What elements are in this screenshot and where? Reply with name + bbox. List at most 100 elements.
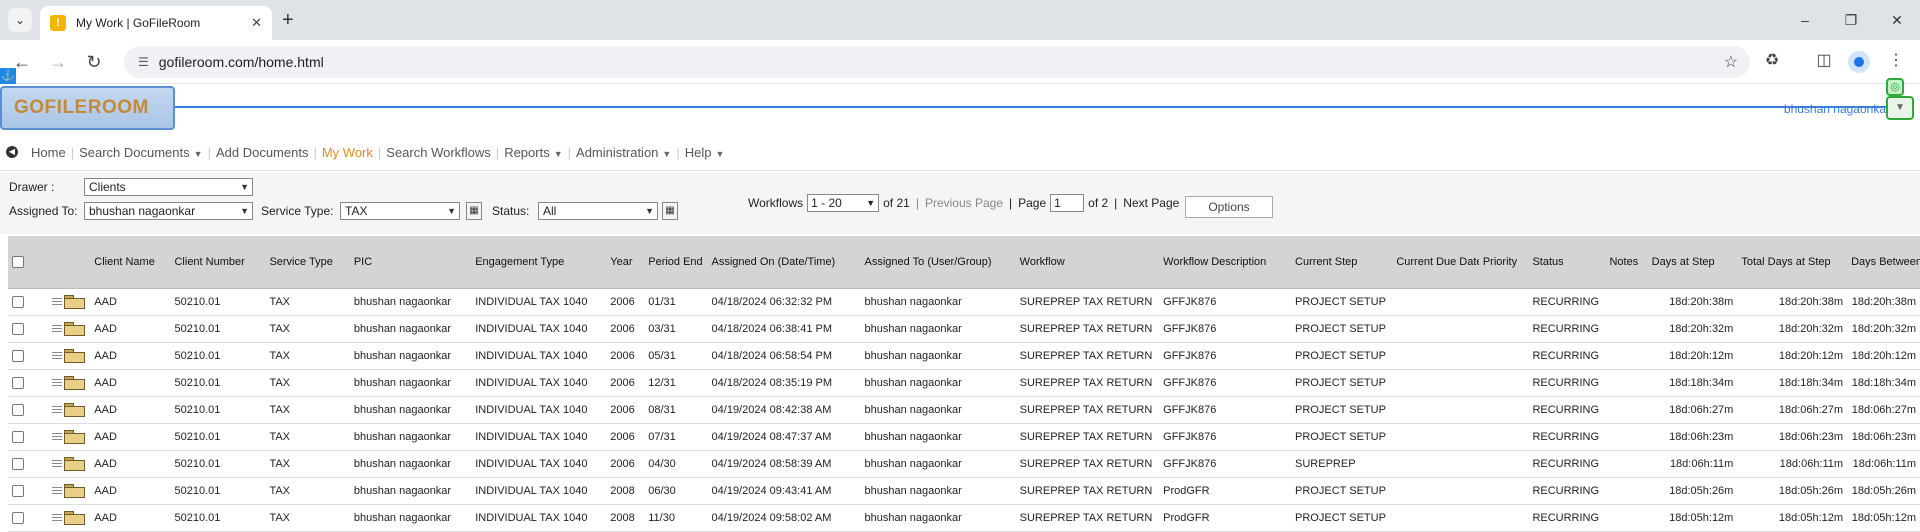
folder-icon[interactable] bbox=[64, 349, 86, 363]
table-row[interactable]: AAD 50210.01 TAX bhushan nagaonkar INDIVIDUA… bbox=[8, 342, 1920, 370]
tab-close-icon[interactable]: ✕ bbox=[251, 15, 262, 31]
table-cell: bhushan nagaonkar bbox=[860, 450, 1016, 478]
column-header[interactable]: Client Number bbox=[170, 236, 266, 289]
table-row[interactable]: AAD 50210.01 TAX bhushan nagaonkar INDIVIDUA… bbox=[8, 396, 1920, 424]
column-header[interactable]: Priority bbox=[1478, 236, 1529, 289]
folder-icon[interactable] bbox=[64, 322, 86, 336]
nav-administration[interactable]: Administration ▼ bbox=[571, 145, 676, 160]
column-header[interactable]: Total Days at Step bbox=[1737, 236, 1848, 289]
browser-menu-icon[interactable]: ⋮ bbox=[1884, 50, 1908, 70]
column-header[interactable]: Client Name bbox=[90, 236, 171, 289]
side-panel-icon[interactable]: ◫ bbox=[1812, 50, 1836, 70]
new-tab-plus-icon[interactable]: + bbox=[282, 8, 294, 32]
row-checkbox[interactable] bbox=[12, 457, 24, 470]
column-header[interactable]: Notes bbox=[1605, 236, 1648, 289]
column-header[interactable]: Days at Step bbox=[1647, 236, 1738, 289]
nav-search-documents[interactable]: Search Documents ▼ bbox=[74, 145, 207, 160]
status-select[interactable]: All ▼ bbox=[538, 202, 658, 220]
table-cell: 18d:20h:12m bbox=[1737, 342, 1848, 370]
table-row[interactable]: AAD 50210.01 TAX bhushan nagaonkar INDIVIDUA… bbox=[8, 423, 1920, 451]
column-header[interactable]: Current Due Date bbox=[1392, 236, 1479, 289]
column-header[interactable]: Status bbox=[1528, 236, 1606, 289]
column-header[interactable]: Workflow bbox=[1015, 236, 1160, 289]
folder-icon[interactable] bbox=[64, 457, 86, 471]
row-checkbox[interactable] bbox=[12, 349, 24, 362]
nav-home[interactable]: Home bbox=[26, 145, 71, 160]
table-cell: GFFJK876 bbox=[1159, 342, 1292, 370]
bookmark-star-icon[interactable]: ☆ bbox=[1724, 52, 1738, 72]
nav-help[interactable]: Help ▼ bbox=[680, 145, 730, 160]
column-header[interactable]: Assigned To (User/Group) bbox=[860, 236, 1016, 289]
folder-icon[interactable] bbox=[64, 484, 86, 498]
nav-my-work[interactable]: My Work bbox=[317, 145, 378, 160]
table-cell: bhushan nagaonkar bbox=[349, 315, 472, 343]
table-row[interactable]: AAD 50210.01 TAX bhushan nagaonkar INDIVIDUA… bbox=[8, 477, 1920, 505]
user-name[interactable]: bhushan nagaonkar bbox=[1784, 102, 1890, 116]
service-type-select[interactable]: TAX ▼ bbox=[340, 202, 460, 220]
gofileroom-logo[interactable]: GOFILEROOM bbox=[0, 86, 175, 130]
folder-icon[interactable] bbox=[64, 376, 86, 390]
address-bar[interactable]: ☰ gofileroom.com/home.html ☆ bbox=[124, 46, 1750, 78]
table-cell: AAD bbox=[90, 288, 171, 316]
options-button[interactable]: Options bbox=[1185, 196, 1273, 218]
column-header[interactable]: Current Step bbox=[1291, 236, 1393, 289]
minimize-icon[interactable]: – bbox=[1782, 0, 1828, 40]
folder-icon[interactable] bbox=[64, 295, 86, 309]
restore-icon[interactable]: ❐ bbox=[1828, 0, 1874, 40]
folder-icon[interactable] bbox=[64, 403, 86, 417]
window-close-icon[interactable]: ✕ bbox=[1874, 0, 1920, 40]
status-picker-icon[interactable]: ▦ bbox=[662, 202, 678, 220]
site-info-icon[interactable]: ☰ bbox=[138, 55, 149, 69]
column-header[interactable]: Period End bbox=[644, 236, 708, 289]
row-lines-icon bbox=[52, 323, 63, 334]
range-select[interactable]: 1 - 20 ▼ bbox=[807, 194, 880, 212]
page-label: Page bbox=[1018, 196, 1047, 210]
column-header[interactable]: Days Between Routing bbox=[1847, 236, 1920, 289]
previous-page-link[interactable]: Previous Page bbox=[925, 196, 1003, 210]
browser-tab[interactable]: ! My Work | GoFileRoom ✕ bbox=[40, 6, 272, 40]
table-cell: 18d:06h:27m bbox=[1847, 396, 1920, 424]
service-type-picker-icon[interactable]: ▦ bbox=[466, 202, 482, 220]
row-lines-icon bbox=[52, 458, 63, 469]
table-row[interactable]: AAD 50210.01 TAX bhushan nagaonkar INDIVIDUA… bbox=[8, 450, 1920, 478]
reload-icon[interactable]: ↻ bbox=[82, 50, 106, 74]
nav-reports[interactable]: Reports ▼ bbox=[499, 145, 567, 160]
next-page-link[interactable]: Next Page bbox=[1123, 196, 1179, 210]
row-lines-icon bbox=[52, 485, 63, 496]
folder-icon[interactable] bbox=[64, 430, 86, 444]
column-header[interactable]: Workflow Description bbox=[1159, 236, 1292, 289]
chevron-down-icon: ▼ bbox=[553, 148, 563, 159]
column-header[interactable]: Engagement Type bbox=[471, 236, 607, 289]
select-all-checkbox[interactable] bbox=[12, 255, 24, 268]
table-row[interactable]: AAD 50210.01 TAX bhushan nagaonkar INDIVIDUA… bbox=[8, 369, 1920, 397]
row-checkbox[interactable] bbox=[12, 430, 24, 443]
anchor-icon[interactable]: ⚓ bbox=[0, 68, 16, 84]
row-checkbox[interactable] bbox=[12, 403, 24, 416]
icon-column-header bbox=[48, 236, 91, 289]
row-checkbox[interactable] bbox=[12, 484, 24, 497]
row-checkbox[interactable] bbox=[12, 322, 24, 335]
column-header[interactable]: PIC bbox=[349, 236, 472, 289]
table-cell: bhushan nagaonkar bbox=[349, 396, 472, 424]
row-checkbox[interactable] bbox=[12, 376, 24, 389]
row-checkbox[interactable] bbox=[12, 295, 24, 308]
column-header[interactable]: Assigned On (Date/Time) bbox=[707, 236, 861, 289]
table-cell: 18d:06h:23m bbox=[1847, 423, 1920, 451]
column-header[interactable]: Year bbox=[606, 236, 645, 289]
nav-add-documents[interactable]: Add Documents bbox=[211, 145, 314, 160]
column-header[interactable]: Service Type bbox=[265, 236, 350, 289]
nav-toggle-icon[interactable]: ◀ bbox=[6, 146, 18, 158]
tab-search-chevron-icon[interactable]: ⌄ bbox=[8, 8, 32, 32]
page-number-input[interactable]: 1 bbox=[1050, 194, 1085, 212]
row-select-cell bbox=[8, 423, 49, 451]
assigned-to-select[interactable]: bhushan nagaonkar ▼ bbox=[84, 202, 253, 220]
table-row[interactable]: AAD 50210.01 TAX bhushan nagaonkar INDIVIDUA… bbox=[8, 315, 1920, 343]
drawer-select[interactable]: Clients ▼ bbox=[84, 178, 253, 196]
settings-gear-icon[interactable]: ◎ bbox=[1886, 78, 1904, 96]
user-menu-dropdown-icon[interactable]: ▼ bbox=[1886, 96, 1914, 120]
forward-arrow-icon[interactable]: → bbox=[46, 50, 70, 74]
profile-avatar[interactable] bbox=[1848, 51, 1870, 73]
extensions-icon[interactable]: ♻ bbox=[1760, 50, 1784, 70]
nav-search-workflows[interactable]: Search Workflows bbox=[381, 145, 496, 160]
table-row[interactable]: AAD 50210.01 TAX bhushan nagaonkar INDIVIDUA… bbox=[8, 288, 1920, 316]
